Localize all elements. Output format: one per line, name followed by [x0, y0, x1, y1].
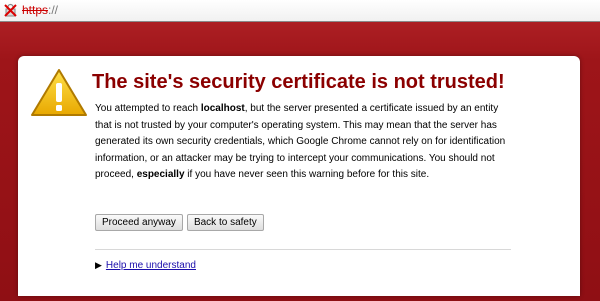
interstitial-panel: The site's security certificate is not t…	[18, 56, 580, 296]
emphasized-text: especially	[136, 169, 185, 180]
warning-body: You attempted to reach localhost, but th…	[95, 101, 515, 184]
warning-triangle-icon	[31, 69, 87, 116]
url-scheme: https	[22, 3, 49, 17]
proceed-anyway-button[interactable]: Proceed anyway	[95, 214, 183, 231]
url-rest: ://	[48, 3, 59, 17]
help-me-understand-toggle[interactable]: ▶ Help me understand	[95, 258, 196, 273]
address-url[interactable]: https://	[22, 3, 58, 18]
address-bar[interactable]: https://	[0, 0, 600, 22]
disclosure-triangle-icon: ▶	[95, 260, 102, 270]
back-to-safety-button[interactable]: Back to safety	[186, 214, 264, 231]
divider	[95, 249, 511, 250]
button-row: Proceed anyway Back to safety	[95, 212, 268, 231]
help-me-understand-link[interactable]: Help me understand	[106, 260, 196, 271]
page-title: The site's security certificate is not t…	[92, 71, 505, 93]
broken-lock-x-icon	[4, 3, 17, 17]
body-text-segment: You attempted to reach	[95, 103, 201, 114]
body-text-segment: if you have never seen this warning befo…	[184, 169, 430, 180]
emphasized-text: localhost	[200, 103, 245, 114]
